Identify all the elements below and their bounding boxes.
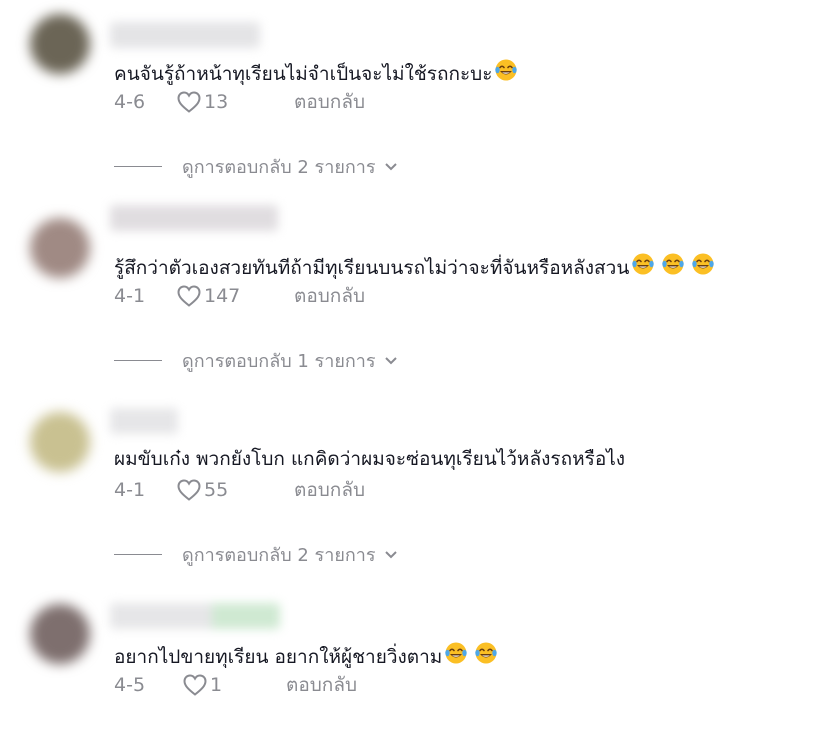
view-replies-label: ดูการตอบกลับ 1 รายการ [182, 351, 376, 372]
like-button[interactable]: 1 [182, 673, 246, 697]
avatar[interactable] [30, 412, 90, 472]
avatar[interactable] [30, 604, 90, 664]
like-count: 147 [204, 285, 241, 307]
avatar[interactable] [30, 14, 90, 74]
reply-button[interactable]: ตอบกลับ [286, 670, 357, 700]
view-replies-button[interactable]: ดูการตอบกลับ 2 รายการ [114, 152, 398, 181]
comment-text: อยากไปขายทุเรียน อยากให้ผู้ชายวิ่งตาม [114, 641, 502, 672]
emoji-group [442, 641, 502, 672]
comment-date: 4-1 [114, 479, 146, 501]
laughing-tears-emoji-icon [444, 641, 468, 665]
heart-icon [183, 674, 207, 696]
chevron-down-icon [384, 550, 398, 560]
divider-line [114, 360, 162, 361]
divider-line [114, 554, 162, 555]
view-replies-button[interactable]: ดูการตอบกลับ 2 รายการ [114, 540, 398, 569]
view-replies-label: ดูการตอบกลับ 2 รายการ [182, 545, 376, 566]
comment-meta: 4-1 55 ตอบกลับ [114, 476, 365, 504]
comment-date: 4-5 [114, 674, 146, 696]
laughing-tears-emoji-icon [691, 252, 715, 276]
divider-line [114, 166, 162, 167]
laughing-tears-emoji-icon [661, 252, 685, 276]
like-count: 13 [204, 91, 229, 113]
heart-icon [177, 479, 201, 501]
view-replies-button[interactable]: ดูการตอบกลับ 1 รายการ [114, 346, 398, 375]
comment-meta: 4-6 13 ตอบกลับ [114, 88, 365, 116]
chevron-down-icon [384, 162, 398, 172]
comment-text: รู้สึกว่าตัวเองสวยทันทีถ้ามีทุเรียนบนรถไ… [114, 252, 719, 283]
reply-button[interactable]: ตอบกลับ [294, 87, 365, 117]
emoji-group [629, 252, 719, 283]
chevron-down-icon [384, 356, 398, 366]
like-count: 55 [204, 479, 229, 501]
view-replies-label: ดูการตอบกลับ 2 รายการ [182, 157, 376, 178]
comment-text: ผมขับเก๋ง พวกยังโบก แกคิดว่าผมจะซ่อนทุเร… [114, 448, 626, 470]
reply-button[interactable]: ตอบกลับ [294, 475, 365, 505]
username[interactable] [110, 22, 260, 48]
comment-meta: 4-5 1 ตอบกลับ [114, 671, 357, 699]
username[interactable] [110, 408, 178, 434]
heart-icon [177, 91, 201, 113]
emoji-group [492, 58, 522, 89]
like-button[interactable]: 13 [176, 90, 254, 114]
comment-meta: 4-1 147 ตอบกลับ [114, 282, 365, 310]
like-count: 1 [210, 674, 223, 696]
comment-date: 4-6 [114, 91, 146, 113]
laughing-tears-emoji-icon [474, 641, 498, 665]
heart-icon [177, 285, 201, 307]
reply-button[interactable]: ตอบกลับ [294, 281, 365, 311]
laughing-tears-emoji-icon [631, 252, 655, 276]
like-button[interactable]: 147 [176, 284, 254, 308]
username[interactable] [110, 603, 280, 629]
comment-text: คนจันรู้ถ้าหน้าทุเรียนไม่จำเป็นจะไม่ใช้ร… [114, 58, 522, 89]
laughing-tears-emoji-icon [494, 58, 518, 82]
username[interactable] [110, 205, 278, 231]
avatar[interactable] [30, 218, 90, 278]
like-button[interactable]: 55 [176, 478, 254, 502]
comment-date: 4-1 [114, 285, 146, 307]
